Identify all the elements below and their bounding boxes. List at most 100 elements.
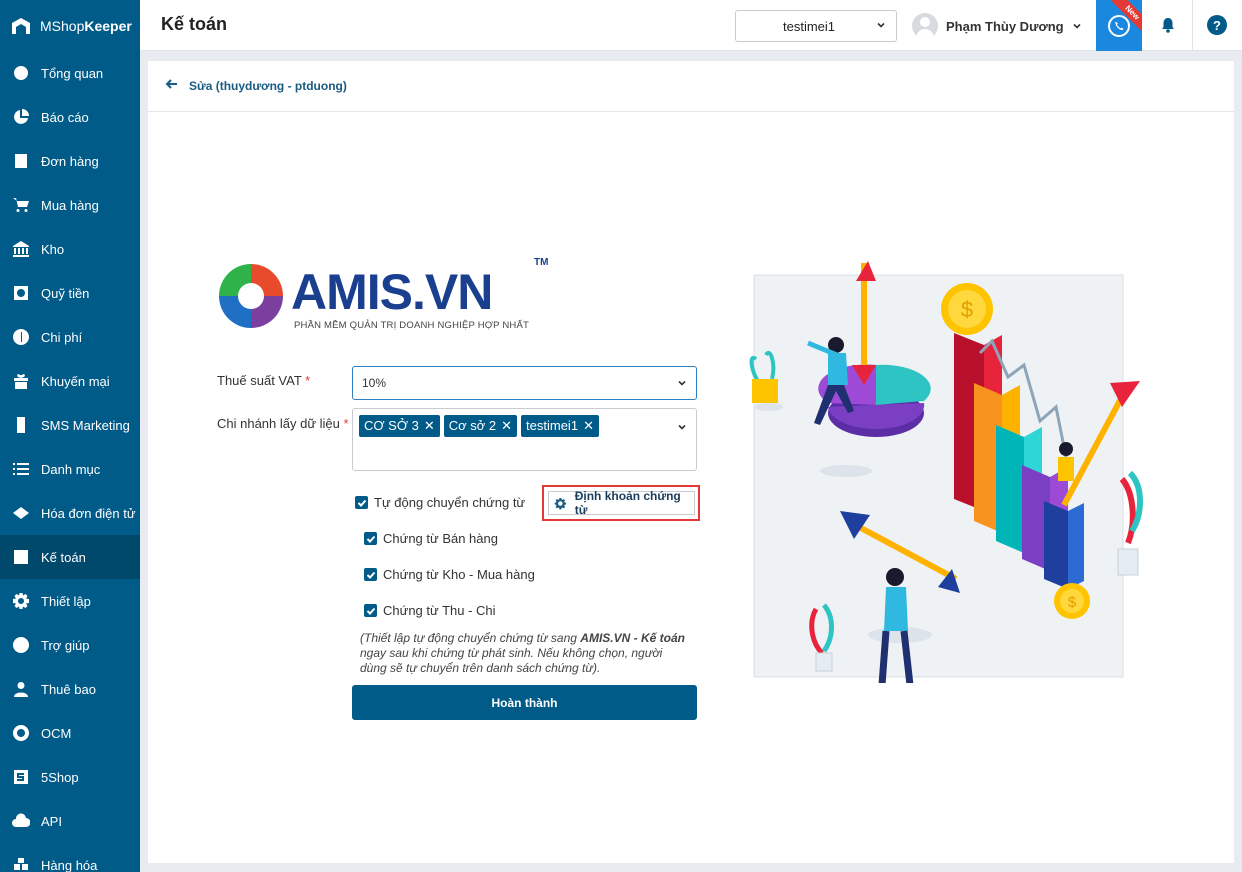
goods-icon — [11, 855, 31, 872]
sidebar-item-label: Trợ giúp — [41, 637, 90, 653]
sidebar-item[interactable]: Kho — [0, 227, 140, 271]
sidebar-item-label: 5Shop — [41, 769, 79, 785]
mshopkeeper-logo-icon — [12, 17, 30, 34]
notification-button[interactable] — [1156, 13, 1180, 37]
brand-name: MShopKeeper — [40, 17, 132, 34]
expense-icon — [11, 327, 31, 347]
help-icon — [11, 635, 31, 655]
invoice-icon — [11, 503, 31, 523]
back-arrow-icon[interactable] — [165, 77, 179, 96]
sidebar-item[interactable]: Tổng quan — [0, 51, 140, 95]
amis-swirl-icon — [218, 263, 284, 329]
gear-icon — [554, 497, 567, 509]
branch-tag: CƠ SỞ 3 ✕ — [359, 415, 440, 437]
checkbox-checked-icon — [364, 604, 377, 617]
user-menu[interactable]: Phạm Thùy Dương — [912, 10, 1082, 42]
vat-rate-value: 10% — [362, 376, 387, 390]
vat-rate-select[interactable]: 10% — [352, 366, 697, 400]
user-icon — [11, 679, 31, 699]
sidebar-item[interactable]: Thuê bao — [0, 667, 140, 711]
branch-selector-value: testimei1 — [782, 18, 836, 34]
checkbox-checked-icon — [364, 568, 377, 581]
back-link[interactable]: Sửa (thuydương - ptduong) — [189, 79, 347, 93]
sidebar-item[interactable]: OCM — [0, 711, 140, 755]
account-mapping-button[interactable]: Định khoản chứng từ — [548, 489, 695, 517]
sidebar-item[interactable]: Báo cáo — [0, 95, 140, 139]
chevron-down-icon — [1073, 23, 1081, 29]
user-name: Phạm Thùy Dương — [946, 18, 1064, 34]
ocm-icon — [11, 723, 31, 743]
help-button[interactable]: ? — [1207, 15, 1227, 35]
branch-tag: testimei1 ✕ — [521, 415, 599, 437]
accounting-illustration: $ $ — [749, 261, 1143, 683]
auto-transfer-checkbox[interactable]: Tự động chuyển chứng từ — [355, 495, 525, 510]
sidebar-item-label: Đơn hàng — [41, 153, 99, 169]
sidebar-item[interactable]: Kế toán — [0, 535, 140, 579]
sidebar-item[interactable]: Thiết lập — [0, 579, 140, 623]
sidebar-item-label: Hàng hóa — [41, 857, 98, 872]
remove-tag-icon[interactable]: ✕ — [501, 415, 512, 437]
account-mapping-label: Định khoản chứng từ — [574, 489, 681, 517]
chevron-down-icon — [678, 380, 686, 386]
sidebar-item-label: Báo cáo — [41, 109, 89, 125]
remove-tag-icon[interactable]: ✕ — [583, 415, 594, 437]
auto-transfer-note: (Thiết lập tự động chuyển chứng từ sang … — [360, 631, 685, 675]
trademark: TM — [534, 257, 549, 268]
branch-tag-label: testimei1 — [526, 418, 579, 433]
sidebar-item[interactable]: Đơn hàng — [0, 139, 140, 183]
sidebar-item[interactable]: Quỹ tiền — [0, 271, 140, 315]
sidebar-item[interactable]: 5Shop — [0, 755, 140, 799]
5shop-icon — [11, 767, 31, 787]
branch-tag-label: Cơ sở 2 — [448, 418, 497, 433]
bell-icon — [1162, 18, 1174, 33]
sidebar-item-label: Chi phí — [41, 329, 83, 345]
gift-icon — [11, 371, 31, 391]
sidebar-item[interactable]: Mua hàng — [0, 183, 140, 227]
voucher-type-checkbox[interactable]: Chứng từ Kho - Mua hàng — [364, 567, 535, 582]
amis-tagline: PHẦN MỀM QUẢN TRỊ DOANH NGHIỆP HỢP NHẤT — [294, 320, 530, 331]
sidebar-item[interactable]: Hóa đơn điện tử — [0, 491, 140, 535]
sidebar-item-label: Kế toán — [41, 549, 86, 565]
voucher-type-label: Chứng từ Kho - Mua hàng — [383, 567, 535, 582]
branch-multiselect[interactable]: CƠ SỞ 3 ✕ Cơ sở 2 ✕ testimei1 ✕ — [352, 408, 697, 471]
sidebar-item[interactable]: Khuyến mại — [0, 359, 140, 403]
safe-icon — [11, 283, 31, 303]
checkbox-checked-icon — [364, 532, 377, 545]
voucher-type-label: Chứng từ Thu - Chi — [383, 603, 496, 618]
pie-chart-icon — [11, 107, 31, 127]
finish-button[interactable]: Hoàn thành — [352, 685, 697, 720]
chevron-down-icon — [877, 22, 885, 28]
chevron-down-icon — [678, 424, 686, 430]
sidebar-item[interactable]: Trợ giúp — [0, 623, 140, 667]
phone-icon — [11, 415, 31, 435]
brand[interactable]: MShopKeeper — [0, 0, 140, 51]
sidebar-item-label: Quỹ tiền — [41, 285, 90, 301]
amis-logo: AMIS.VN TM PHẦN MỀM QUẢN TRỊ DOANH NGHIỆ… — [216, 257, 549, 337]
svg-text:$: $ — [1068, 594, 1077, 611]
sidebar-item[interactable]: Hàng hóa — [0, 843, 140, 872]
voucher-type-checkbox[interactable]: Chứng từ Thu - Chi — [364, 603, 496, 618]
sidebar-item[interactable]: Danh mục — [0, 447, 140, 491]
branch-tag-label: CƠ SỞ 3 — [364, 418, 419, 433]
calculator-icon — [11, 547, 31, 567]
config-highlight: Định khoản chứng từ — [542, 485, 700, 521]
sidebar-item-label: API — [41, 813, 62, 829]
avatar — [912, 13, 938, 39]
sidebar-item-label: Tổng quan — [41, 65, 104, 81]
sidebar-item-label: OCM — [41, 725, 72, 741]
sidebar-item-label: Kho — [41, 241, 65, 257]
sidebar-item-label: Khuyến mại — [41, 373, 110, 389]
voucher-type-checkbox[interactable]: Chứng từ Bán hàng — [364, 531, 498, 546]
sidebar-item[interactable]: SMS Marketing — [0, 403, 140, 447]
gear-icon — [11, 591, 31, 611]
support-button[interactable]: New — [1096, 0, 1142, 51]
sidebar-item[interactable]: API — [0, 799, 140, 843]
voucher-type-label: Chứng từ Bán hàng — [383, 531, 498, 546]
vat-label: Thuế suất VAT * — [217, 373, 311, 388]
sidebar: MShopKeeper Tổng quan Báo cáo Đơn hàng Mua … — [0, 0, 140, 872]
remove-tag-icon[interactable]: ✕ — [424, 415, 435, 437]
sidebar-item[interactable]: Chi phí — [0, 315, 140, 359]
sidebar-item-label: Hóa đơn điện tử — [41, 505, 136, 521]
auto-transfer-label: Tự động chuyển chứng từ — [374, 495, 526, 510]
branch-selector[interactable]: testimei1 — [735, 10, 897, 42]
